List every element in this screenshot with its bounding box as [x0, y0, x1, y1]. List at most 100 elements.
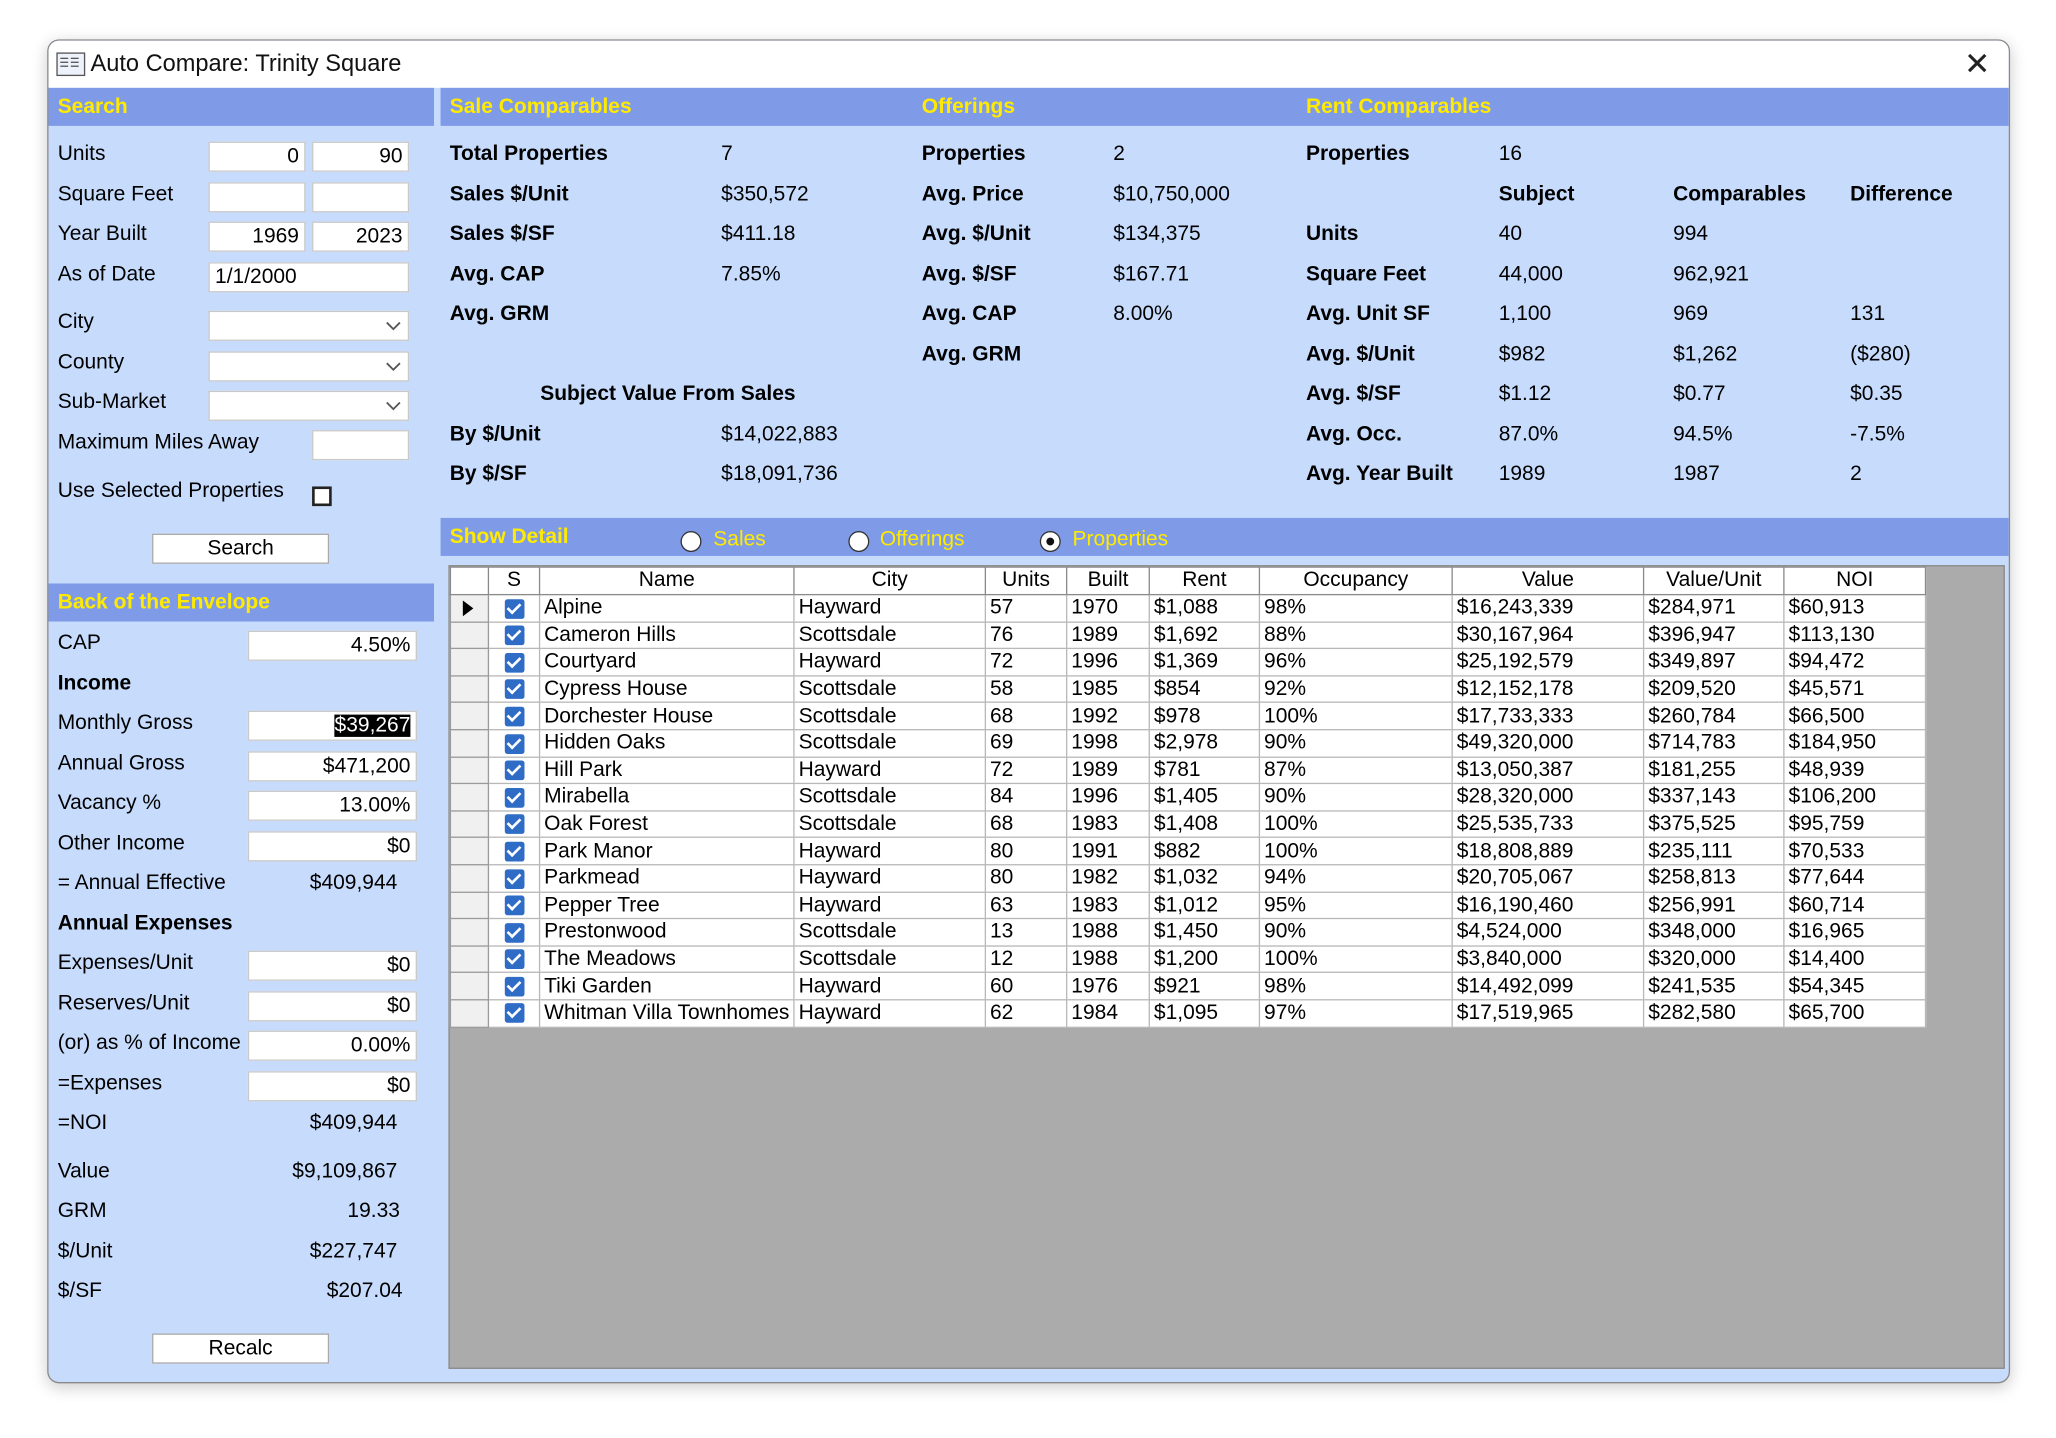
cell-noi[interactable]: $106,200	[1783, 783, 1927, 812]
cell-city[interactable]: Hayward	[793, 593, 987, 623]
cell-city[interactable]: Hayward	[793, 864, 987, 893]
table-row[interactable]: Park Manor Hayward 80 1991 $882 100% $18,808,8…	[449, 837, 1927, 866]
row-selector[interactable]	[449, 891, 490, 920]
row-checkbox-cell[interactable]	[487, 945, 541, 974]
row-checkbox-cell[interactable]	[487, 810, 541, 839]
cell-occupancy[interactable]: 97%	[1258, 999, 1453, 1028]
table-row[interactable]: Hill Park Hayward 72 1989 $781 87% $13,050,387…	[449, 756, 1927, 785]
table-row[interactable]: Cameron Hills Scottsdale 76 1989 $1,692 88% $3…	[449, 620, 1927, 650]
cell-value-unit[interactable]: $258,813	[1642, 864, 1785, 893]
cap-input[interactable]: 4.50%	[247, 630, 417, 661]
cell-rent[interactable]: $1,032	[1148, 864, 1261, 893]
row-selector[interactable]	[449, 756, 490, 785]
cell-occupancy[interactable]: 90%	[1258, 783, 1453, 812]
cell-noi[interactable]: $95,759	[1783, 810, 1927, 839]
year-max-input[interactable]: 2023	[312, 221, 410, 252]
cell-noi[interactable]: $77,644	[1783, 864, 1927, 893]
row-checkbox[interactable]	[504, 760, 524, 781]
expenses-total-input[interactable]: $0	[247, 1071, 417, 1102]
row-checkbox-cell[interactable]	[487, 837, 541, 866]
row-checkbox[interactable]	[504, 706, 524, 727]
cell-occupancy[interactable]: 92%	[1258, 674, 1453, 704]
table-row[interactable]: The Meadows Scottsdale 12 1988 $1,200 100% $3,…	[449, 945, 1927, 974]
cell-units[interactable]: 62	[984, 999, 1068, 1028]
cell-noi[interactable]: $65,700	[1783, 999, 1927, 1028]
table-row[interactable]: Dorchester House Scottsdale 68 1992 $978 100%…	[449, 701, 1927, 731]
as-of-date-input[interactable]: 1/1/2000	[208, 262, 410, 293]
cell-occupancy[interactable]: 100%	[1258, 701, 1453, 731]
cell-value-unit[interactable]: $375,525	[1642, 810, 1785, 839]
cell-name[interactable]: Parkmead	[538, 864, 795, 893]
grid-column-header[interactable]: NOI	[1783, 566, 1927, 596]
cell-value-unit[interactable]: $209,520	[1642, 674, 1785, 704]
cell-noi[interactable]: $54,345	[1783, 972, 1927, 1001]
units-max-input[interactable]: 90	[312, 141, 410, 172]
sales-radio-label[interactable]: Sales	[713, 528, 765, 552]
cell-rent[interactable]: $1,450	[1148, 918, 1261, 947]
cell-built[interactable]: 1984	[1066, 999, 1150, 1028]
cell-value-unit[interactable]: $337,143	[1642, 783, 1785, 812]
row-checkbox-cell[interactable]	[487, 647, 541, 677]
sales-radio[interactable]	[680, 531, 702, 553]
grid-column-header[interactable]: Occupancy	[1258, 566, 1453, 596]
row-selector[interactable]	[449, 701, 490, 731]
cell-value-unit[interactable]: $181,255	[1642, 756, 1785, 785]
cell-built[interactable]: 1988	[1066, 918, 1150, 947]
cell-city[interactable]: Hayward	[793, 972, 987, 1001]
cell-city[interactable]: Scottsdale	[793, 701, 987, 731]
row-checkbox-cell[interactable]	[487, 674, 541, 704]
cell-rent[interactable]: $781	[1148, 756, 1261, 785]
row-selector[interactable]	[449, 728, 490, 758]
cell-value[interactable]: $25,535,733	[1451, 810, 1645, 839]
vacancy-input[interactable]: 13.00%	[247, 790, 417, 821]
table-row[interactable]: Tiki Garden Hayward 60 1976 $921 98% $14,492,0…	[449, 972, 1927, 1001]
row-selector[interactable]	[449, 945, 490, 974]
cell-value[interactable]: $20,705,067	[1451, 864, 1645, 893]
close-icon[interactable]: ✕	[1964, 46, 1990, 84]
grid-column-header[interactable]: Built	[1066, 566, 1150, 596]
row-checkbox-cell[interactable]	[487, 593, 541, 623]
cell-occupancy[interactable]: 100%	[1258, 837, 1453, 866]
cell-rent[interactable]: $1,369	[1148, 647, 1261, 677]
row-checkbox-cell[interactable]	[487, 783, 541, 812]
pct-income-input[interactable]: 0.00%	[247, 1030, 417, 1061]
cell-built[interactable]: 1983	[1066, 810, 1150, 839]
cell-units[interactable]: 13	[984, 918, 1068, 947]
row-checkbox[interactable]	[504, 787, 524, 808]
cell-noi[interactable]: $48,939	[1783, 756, 1927, 785]
cell-built[interactable]: 1982	[1066, 864, 1150, 893]
row-checkbox-cell[interactable]	[487, 620, 541, 650]
cell-name[interactable]: Park Manor	[538, 837, 795, 866]
cell-units[interactable]: 63	[984, 891, 1068, 920]
cell-name[interactable]: Dorchester House	[538, 701, 795, 731]
cell-noi[interactable]: $14,400	[1783, 945, 1927, 974]
cell-built[interactable]: 1996	[1066, 647, 1150, 677]
row-checkbox-cell[interactable]	[487, 864, 541, 893]
row-selector[interactable]	[449, 999, 490, 1028]
table-row[interactable]: Parkmead Hayward 80 1982 $1,032 94% $20,705,06…	[449, 864, 1927, 893]
row-checkbox-cell[interactable]	[487, 756, 541, 785]
cell-name[interactable]: Tiki Garden	[538, 972, 795, 1001]
cell-rent[interactable]: $978	[1148, 701, 1261, 731]
cell-name[interactable]: Prestonwood	[538, 918, 795, 947]
cell-value[interactable]: $12,152,178	[1451, 674, 1645, 704]
max-miles-input[interactable]	[312, 430, 410, 461]
cell-units[interactable]: 80	[984, 864, 1068, 893]
cell-units[interactable]: 57	[984, 593, 1068, 623]
cell-units[interactable]: 72	[984, 756, 1068, 785]
cell-rent[interactable]: $1,012	[1148, 891, 1261, 920]
cell-units[interactable]: 76	[984, 620, 1068, 650]
cell-noi[interactable]: $66,500	[1783, 701, 1927, 731]
cell-rent[interactable]: $1,692	[1148, 620, 1261, 650]
cell-units[interactable]: 58	[984, 674, 1068, 704]
row-selector[interactable]	[449, 972, 490, 1001]
cell-rent[interactable]: $1,408	[1148, 810, 1261, 839]
cell-city[interactable]: Scottsdale	[793, 945, 987, 974]
cell-city[interactable]: Hayward	[793, 647, 987, 677]
cell-city[interactable]: Scottsdale	[793, 674, 987, 704]
cell-noi[interactable]: $70,533	[1783, 837, 1927, 866]
cell-rent[interactable]: $1,200	[1148, 945, 1261, 974]
cell-city[interactable]: Scottsdale	[793, 810, 987, 839]
units-min-input[interactable]: 0	[208, 141, 306, 172]
row-checkbox[interactable]	[504, 679, 524, 700]
